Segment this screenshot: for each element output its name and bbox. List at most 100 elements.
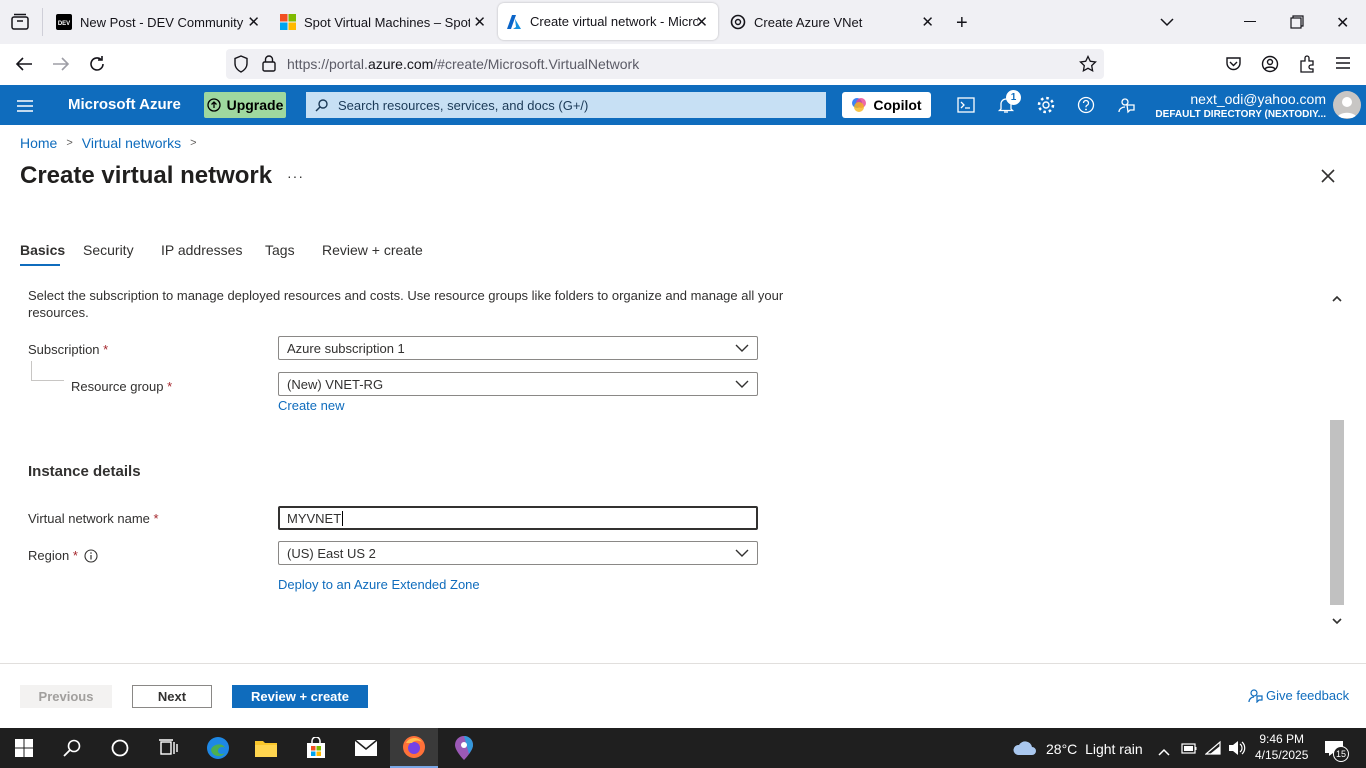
close-icon[interactable]: ✕ bbox=[247, 13, 260, 31]
subscription-dropdown[interactable]: Azure subscription 1 bbox=[278, 336, 758, 360]
mail-icon[interactable] bbox=[342, 728, 390, 768]
account-info[interactable]: next_odi@yahoo.com DEFAULT DIRECTORY (NE… bbox=[1155, 91, 1326, 120]
chevron-down-icon bbox=[735, 342, 749, 357]
instance-details-heading: Instance details bbox=[28, 463, 141, 480]
subscription-label: Subscription * bbox=[28, 342, 109, 357]
pocket-icon[interactable] bbox=[1225, 56, 1242, 77]
tab-security[interactable]: Security bbox=[83, 242, 134, 258]
vnet-name-label: Virtual network name * bbox=[28, 511, 159, 526]
tree-connector bbox=[31, 380, 64, 381]
resource-group-dropdown[interactable]: (New) VNET-RG bbox=[278, 372, 758, 396]
cloud-rain-icon bbox=[1012, 739, 1038, 759]
breadcrumb-virtual-networks[interactable]: Virtual networks bbox=[82, 135, 181, 151]
close-icon[interactable] bbox=[1320, 168, 1340, 188]
account-icon[interactable] bbox=[1261, 55, 1279, 78]
scroll-up-icon[interactable] bbox=[1332, 290, 1342, 308]
edge-icon[interactable] bbox=[194, 728, 242, 768]
battery-icon[interactable] bbox=[1181, 741, 1197, 759]
scrollbar-thumb[interactable] bbox=[1330, 420, 1344, 605]
file-explorer-icon[interactable] bbox=[242, 728, 290, 768]
shield-icon[interactable] bbox=[233, 55, 249, 78]
close-window-icon[interactable]: ✕ bbox=[1336, 13, 1349, 33]
feedback-person-icon bbox=[1248, 688, 1263, 703]
azure-icon bbox=[506, 14, 522, 30]
address-bar[interactable]: https://portal.azure.com/#create/Microso… bbox=[226, 49, 1104, 79]
wifi-icon[interactable] bbox=[1204, 740, 1223, 761]
chevron-down-icon[interactable] bbox=[1160, 14, 1174, 32]
maps-pin-icon[interactable] bbox=[440, 728, 488, 768]
tab-tags[interactable]: Tags bbox=[265, 242, 295, 258]
breadcrumb: Home > Virtual networks > bbox=[20, 135, 206, 151]
avatar[interactable] bbox=[1333, 91, 1361, 119]
tab-overview-icon[interactable] bbox=[10, 13, 30, 31]
chevron-up-icon[interactable] bbox=[1158, 743, 1170, 761]
browser-tab-spot[interactable]: Spot Virtual Machines – Spot Pr ✕ bbox=[270, 0, 496, 44]
extensions-icon[interactable] bbox=[1298, 55, 1316, 78]
close-icon[interactable]: ✕ bbox=[921, 13, 934, 31]
chevron-down-icon bbox=[735, 378, 749, 393]
search-icon[interactable] bbox=[48, 728, 96, 768]
weather-widget[interactable]: 28°C Light rain bbox=[1012, 739, 1143, 759]
cortana-icon[interactable] bbox=[96, 728, 144, 768]
restore-icon[interactable] bbox=[1290, 15, 1304, 34]
tab-review-create[interactable]: Review + create bbox=[322, 242, 423, 258]
vnet-name-input[interactable]: MYVNET bbox=[278, 506, 758, 530]
next-button[interactable]: Next bbox=[132, 685, 212, 708]
system-clock[interactable]: 9:46 PM 4/15/2025 bbox=[1255, 731, 1308, 763]
close-icon[interactable]: ✕ bbox=[695, 13, 708, 31]
task-view-icon[interactable] bbox=[144, 728, 192, 768]
upgrade-button[interactable]: Upgrade bbox=[204, 92, 286, 118]
feedback-icon[interactable] bbox=[1116, 95, 1136, 115]
chatgpt-icon bbox=[730, 14, 746, 30]
forward-icon[interactable] bbox=[52, 56, 70, 77]
minimize-icon[interactable] bbox=[1244, 21, 1256, 22]
help-icon[interactable] bbox=[1076, 95, 1096, 115]
browser-tab-azure[interactable]: Create virtual network - Micros ✕ bbox=[498, 3, 718, 40]
volume-icon[interactable] bbox=[1228, 740, 1246, 761]
more-options-icon[interactable]: ··· bbox=[287, 168, 304, 184]
browser-tab-dev[interactable]: DEV New Post - DEV Community ✕ bbox=[44, 0, 270, 44]
azure-brand[interactable]: Microsoft Azure bbox=[68, 96, 181, 113]
microsoft-icon bbox=[280, 14, 296, 30]
windows-start-icon[interactable] bbox=[0, 728, 48, 768]
azure-search-input[interactable]: Search resources, services, and docs (G+… bbox=[306, 92, 826, 118]
previous-button[interactable]: Previous bbox=[20, 685, 112, 708]
chevron-down-icon bbox=[735, 547, 749, 562]
info-icon[interactable] bbox=[84, 548, 98, 563]
give-feedback-link[interactable]: Give feedback bbox=[1248, 688, 1349, 703]
copilot-button[interactable]: Copilot bbox=[842, 92, 931, 118]
review-create-button[interactable]: Review + create bbox=[232, 685, 368, 708]
reload-icon[interactable] bbox=[88, 55, 106, 78]
firefox-icon[interactable] bbox=[390, 728, 438, 768]
bookmark-star-icon[interactable] bbox=[1079, 54, 1097, 78]
cloud-shell-icon[interactable] bbox=[956, 95, 976, 115]
tab-basics[interactable]: Basics bbox=[20, 242, 65, 258]
active-tab-indicator bbox=[20, 264, 60, 266]
region-dropdown[interactable]: (US) East US 2 bbox=[278, 541, 758, 565]
breadcrumb-home[interactable]: Home bbox=[20, 135, 57, 151]
browser-tab-chatgpt[interactable]: Create Azure VNet ✕ bbox=[720, 0, 944, 44]
close-icon[interactable]: ✕ bbox=[473, 13, 486, 31]
resource-group-label: Resource group * bbox=[71, 379, 173, 394]
copilot-icon bbox=[851, 97, 867, 113]
back-icon[interactable] bbox=[15, 56, 33, 77]
tab-ip-addresses[interactable]: IP addresses bbox=[161, 242, 242, 258]
portal-menu-icon[interactable] bbox=[17, 99, 33, 117]
lock-icon[interactable] bbox=[262, 55, 276, 77]
scroll-down-icon[interactable] bbox=[1332, 612, 1342, 630]
search-icon bbox=[315, 98, 328, 112]
settings-gear-icon[interactable] bbox=[1036, 95, 1056, 115]
browser-nav-bar: https://portal.azure.com/#create/Microso… bbox=[0, 44, 1366, 85]
menu-icon[interactable] bbox=[1335, 56, 1351, 75]
windows-taskbar: 28°C Light rain 9:46 PM 4/15/2025 15 bbox=[0, 728, 1366, 768]
create-new-link[interactable]: Create new bbox=[278, 398, 344, 413]
region-label: Region * bbox=[28, 548, 98, 563]
extended-zone-link[interactable]: Deploy to an Azure Extended Zone bbox=[278, 577, 480, 592]
new-tab-icon[interactable]: + bbox=[956, 12, 968, 35]
azure-header: Microsoft Azure Upgrade Search resources… bbox=[0, 85, 1366, 125]
chevron-right-icon: > bbox=[190, 137, 197, 149]
microsoft-store-icon[interactable] bbox=[292, 728, 340, 768]
intro-text: Select the subscription to manage deploy… bbox=[28, 288, 784, 320]
tree-connector bbox=[31, 361, 32, 381]
notification-badge: 1 bbox=[1006, 90, 1021, 105]
